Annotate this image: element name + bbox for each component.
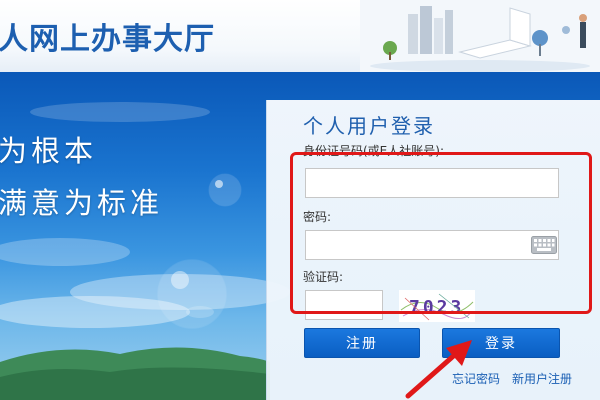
- site-header: 人网上办事大厅: [0, 0, 600, 72]
- banner-slogan-line1: 为根本: [0, 134, 98, 168]
- header-decoration-illustration: [360, 0, 600, 72]
- new-user-register-link[interactable]: 新用户注册: [512, 370, 572, 387]
- site-title: 人网上办事大厅: [0, 22, 215, 57]
- red-arrow-annotation: [405, 340, 472, 399]
- login-title: 个人用户登录: [303, 114, 435, 138]
- highlight-box-annotation: [290, 152, 592, 314]
- banner-slogan-line2: 满意为标准: [0, 186, 164, 220]
